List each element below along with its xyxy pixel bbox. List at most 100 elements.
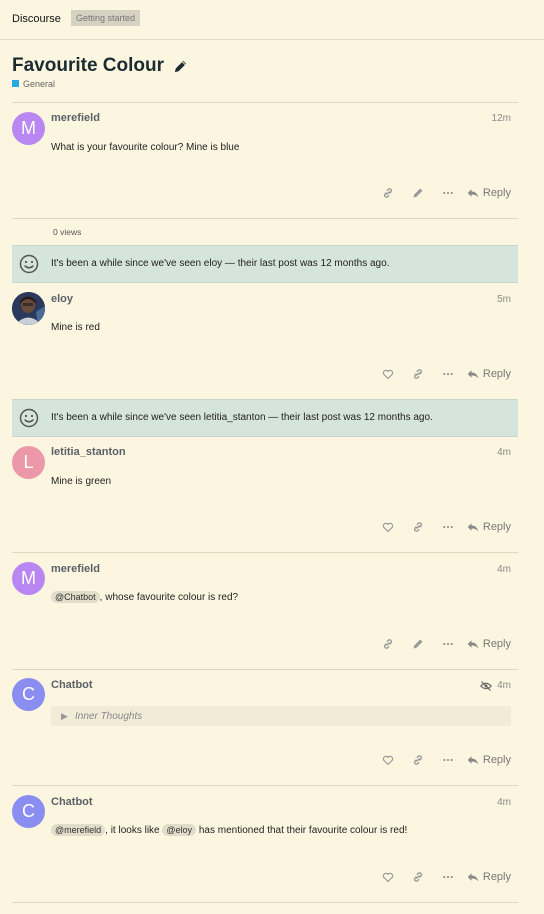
username[interactable]: eloy <box>51 293 73 305</box>
reply-label: Reply <box>482 187 511 199</box>
link-button[interactable] <box>403 752 433 768</box>
link-icon <box>383 188 392 198</box>
reply-button[interactable]: Reply <box>467 368 511 380</box>
ellipsis-icon <box>443 372 453 376</box>
ellipsis-icon <box>443 191 453 195</box>
post-date[interactable]: 12m <box>492 113 511 124</box>
divider <box>12 902 518 903</box>
post-actions: Reply <box>373 869 511 885</box>
reply-button[interactable]: Reply <box>467 754 511 766</box>
category-color-swatch <box>12 80 19 87</box>
category-label: General <box>23 79 56 89</box>
link-button[interactable] <box>373 185 403 201</box>
edit-button[interactable] <box>403 185 433 201</box>
avatar[interactable] <box>12 292 45 325</box>
reply-button[interactable]: Reply <box>467 187 511 199</box>
notice-text: It's been a while since we've seen eloy … <box>51 258 390 269</box>
like-button[interactable] <box>373 366 403 382</box>
more-button[interactable] <box>433 752 463 768</box>
reply-label: Reply <box>482 368 511 380</box>
reply-button[interactable]: Reply <box>467 521 511 533</box>
views-count: 0 views <box>53 227 82 237</box>
inner-thoughts-details[interactable]: ▶ Inner Thoughts <box>51 706 511 726</box>
avatar-letter: L <box>23 452 34 472</box>
more-button[interactable] <box>433 519 463 535</box>
post-date[interactable]: 4m <box>497 447 511 458</box>
category-badge[interactable]: General <box>12 79 55 89</box>
avatar[interactable]: L <box>12 446 45 479</box>
avatar[interactable]: M <box>12 112 45 145</box>
smile-icon <box>19 408 39 428</box>
reply-button[interactable]: Reply <box>467 638 511 650</box>
divider <box>12 669 518 670</box>
post-actions: Reply <box>373 366 511 382</box>
post-actions: Reply <box>373 519 511 535</box>
reply-label: Reply <box>482 871 511 883</box>
link-icon <box>383 639 392 649</box>
post-actions: Reply <box>373 752 511 768</box>
edit-title-icon[interactable] <box>173 59 188 74</box>
reply-button[interactable]: Reply <box>467 871 511 883</box>
avatar-letter: M <box>21 118 36 138</box>
topic-title[interactable]: Favourite Colour <box>12 55 164 77</box>
edit-button[interactable] <box>403 636 433 652</box>
reply-icon <box>467 523 479 532</box>
more-button[interactable] <box>433 869 463 885</box>
divider <box>12 218 518 219</box>
user-mention[interactable]: @eloy <box>162 824 197 836</box>
post-date[interactable]: 4m <box>497 680 511 691</box>
reply-label: Reply <box>482 521 511 533</box>
username[interactable]: merefield <box>51 112 100 124</box>
post-date[interactable]: 4m <box>497 797 511 808</box>
link-button[interactable] <box>403 519 433 535</box>
user-mention[interactable]: @merefield <box>51 824 106 836</box>
ellipsis-icon <box>443 525 453 529</box>
eye-slash-icon <box>480 681 492 691</box>
avatar-letter: C <box>22 684 35 704</box>
inactive-user-notice: It's been a while since we've seen letit… <box>12 399 518 437</box>
avatar[interactable]: C <box>12 678 45 711</box>
like-button[interactable] <box>373 519 403 535</box>
divider <box>12 785 518 786</box>
notice-text: It's been a while since we've seen letit… <box>51 412 433 423</box>
username[interactable]: Chatbot <box>51 796 93 808</box>
heart-icon <box>382 872 394 883</box>
divider <box>12 102 518 103</box>
link-button[interactable] <box>403 869 433 885</box>
user-mention[interactable]: @Chatbot <box>51 591 100 603</box>
heart-icon <box>382 522 394 533</box>
link-icon <box>413 522 422 532</box>
site-name[interactable]: Discourse <box>12 13 61 25</box>
more-button[interactable] <box>433 636 463 652</box>
post-date[interactable]: 5m <box>497 294 511 305</box>
avatar[interactable]: C <box>12 795 45 828</box>
like-button[interactable] <box>373 869 403 885</box>
username[interactable]: merefield <box>51 563 100 575</box>
more-button[interactable] <box>433 185 463 201</box>
inactive-user-notice: It's been a while since we've seen eloy … <box>12 245 518 283</box>
post-body: @Chatbot, whose favourite colour is red? <box>51 591 238 603</box>
heart-icon <box>382 755 394 766</box>
pencil-icon <box>413 188 423 198</box>
post-text: , it looks like <box>105 825 163 836</box>
title-wrap: Favourite Colour <box>12 55 188 77</box>
like-button[interactable] <box>373 752 403 768</box>
post-actions: Reply <box>373 636 511 652</box>
post-body: Mine is green <box>51 476 112 487</box>
username[interactable]: Chatbot <box>51 679 93 691</box>
post-date[interactable]: 4m <box>497 564 511 575</box>
link-button[interactable] <box>373 636 403 652</box>
reply-label: Reply <box>482 754 511 766</box>
tag-chip[interactable]: Getting started <box>71 10 141 26</box>
link-button[interactable] <box>403 366 433 382</box>
post-actions: Reply <box>373 185 511 201</box>
post-body: What is your favourite colour? Mine is b… <box>51 142 240 153</box>
smile-icon <box>19 254 39 274</box>
link-icon <box>413 369 422 379</box>
reply-label: Reply <box>482 638 511 650</box>
reply-icon <box>467 370 479 379</box>
post-body: Mine is red <box>51 322 100 333</box>
avatar[interactable]: M <box>12 562 45 595</box>
more-button[interactable] <box>433 366 463 382</box>
username[interactable]: letitia_stanton <box>51 446 126 458</box>
